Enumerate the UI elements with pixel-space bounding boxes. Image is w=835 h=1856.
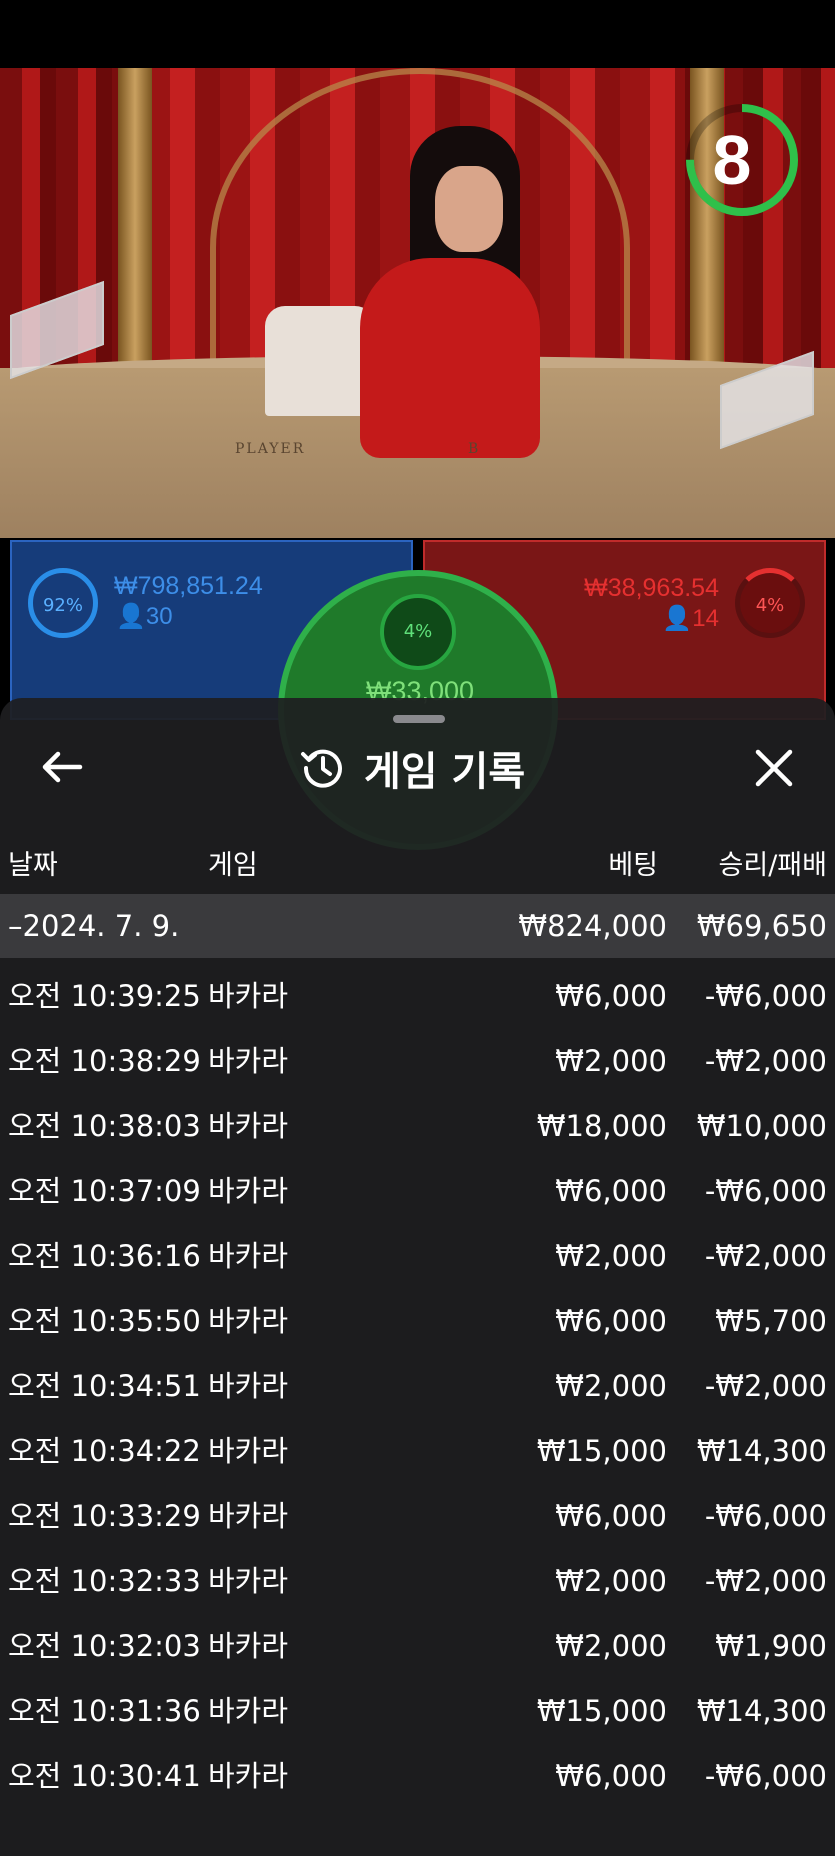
status-bar [0, 0, 835, 68]
row-date: 오전 10:39:25 [8, 979, 201, 1013]
row-result: -₩6,000 [704, 1174, 827, 1208]
user-icon: 👤 [662, 605, 693, 632]
row-date: 오전 10:37:09 [8, 1174, 201, 1208]
banker-bet-amount: ₩38,963.54 [584, 574, 719, 602]
history-row[interactable]: 오전 10:30:41 바카라 ₩6,000 -₩6,000 [0, 1744, 835, 1808]
row-date: 오전 10:30:41 [8, 1759, 201, 1793]
history-icon [301, 749, 342, 788]
row-bet: ₩2,000 [555, 1044, 667, 1078]
history-row[interactable]: 오전 10:35:50 바카라 ₩6,000 ₩5,700 [0, 1289, 835, 1353]
column-header-game: 게임 [208, 850, 258, 881]
row-result: -₩6,000 [704, 979, 827, 1013]
row-game: 바카라 [208, 1109, 289, 1143]
row-result: -₩6,000 [704, 1499, 827, 1533]
row-game: 바카라 [208, 1759, 289, 1793]
row-result: ₩14,300 [696, 1434, 827, 1468]
date-summary-content: –2024. 7. 9. ₩824,000 ₩69,650 [0, 894, 835, 958]
row-game: 바카라 [208, 979, 289, 1013]
banker-percent: 4% [735, 568, 805, 638]
row-result: -₩2,000 [704, 1044, 827, 1078]
sheet-header: 게임 기록 [300, 738, 525, 798]
countdown-value: 8 [712, 121, 752, 199]
row-game: 바카라 [208, 1044, 289, 1078]
row-bet: ₩6,000 [555, 1304, 667, 1338]
row-result: ₩14,300 [696, 1694, 827, 1728]
history-row[interactable]: 오전 10:38:29 바카라 ₩2,000 -₩2,000 [0, 1029, 835, 1093]
history-row[interactable]: 오전 10:32:33 바카라 ₩2,000 -₩2,000 [0, 1549, 835, 1613]
sheet-title: 게임 기록 [364, 749, 526, 795]
summary-date: –2024. 7. 9. [8, 909, 180, 943]
player-percent: 92% [28, 568, 98, 638]
row-game: 바카라 [208, 1239, 289, 1273]
player-count: 30 [145, 603, 173, 630]
row-game: 바카라 [208, 1694, 289, 1728]
row-date: 오전 10:33:29 [8, 1499, 201, 1533]
summary-result: ₩69,650 [696, 909, 827, 943]
row-bet: ₩2,000 [555, 1369, 667, 1403]
row-date: 오전 10:31:36 [8, 1694, 201, 1728]
back-arrow-icon[interactable] [40, 742, 84, 792]
row-date: 오전 10:35:50 [8, 1304, 201, 1338]
history-row[interactable]: 오전 10:38:03 바카라 ₩18,000 ₩10,000 [0, 1094, 835, 1158]
row-date: 오전 10:36:16 [8, 1239, 201, 1273]
summary-bet: ₩824,000 [518, 909, 667, 943]
row-game: 바카라 [208, 1304, 289, 1338]
history-row[interactable]: 오전 10:31:36 바카라 ₩15,000 ₩14,300 [0, 1679, 835, 1743]
row-bet: ₩6,000 [555, 1174, 667, 1208]
row-bet: ₩2,000 [555, 1239, 667, 1273]
row-date: 오전 10:34:22 [8, 1434, 201, 1468]
drag-handle[interactable] [393, 715, 445, 723]
row-bet: ₩6,000 [555, 1499, 667, 1533]
column-header-result: 승리/패배 [718, 850, 827, 881]
row-bet: ₩18,000 [536, 1109, 667, 1143]
row-game: 바카라 [208, 1174, 289, 1208]
row-result: -₩2,000 [704, 1564, 827, 1598]
row-result: ₩5,700 [715, 1304, 827, 1338]
history-row[interactable]: 오전 10:33:29 바카라 ₩6,000 -₩6,000 [0, 1484, 835, 1548]
history-row[interactable]: 오전 10:39:25 바카라 ₩6,000 -₩6,000 [0, 964, 835, 1028]
row-date: 오전 10:32:33 [8, 1564, 201, 1598]
player-bet-amount: ₩798,851.24 [114, 572, 263, 600]
banker-count: 14 [692, 605, 719, 632]
table-player-text: PLAYER [235, 441, 306, 457]
banker-count-row: 👤14 [662, 604, 719, 633]
row-game: 바카라 [208, 1629, 289, 1663]
row-bet: ₩2,000 [555, 1629, 667, 1663]
history-row[interactable]: 오전 10:34:22 바카라 ₩15,000 ₩14,300 [0, 1419, 835, 1483]
row-date: 오전 10:32:03 [8, 1629, 201, 1663]
row-game: 바카라 [208, 1564, 289, 1598]
row-game: 바카라 [208, 1499, 289, 1533]
close-icon[interactable] [752, 744, 796, 792]
row-game: 바카라 [208, 1434, 289, 1468]
player-count-row: 👤30 [116, 602, 173, 631]
column-header-date: 날짜 [8, 850, 58, 881]
history-row[interactable]: 오전 10:37:09 바카라 ₩6,000 -₩6,000 [0, 1159, 835, 1223]
column-header-bet: 베팅 [608, 850, 658, 881]
row-date: 오전 10:38:03 [8, 1109, 201, 1143]
row-bet: ₩15,000 [536, 1694, 667, 1728]
history-row[interactable]: 오전 10:36:16 바카라 ₩2,000 -₩2,000 [0, 1224, 835, 1288]
row-result: ₩1,900 [715, 1629, 827, 1663]
row-bet: ₩6,000 [555, 1759, 667, 1793]
table-banker-text: B [468, 441, 481, 457]
row-date: 오전 10:34:51 [8, 1369, 201, 1403]
row-date: 오전 10:38:29 [8, 1044, 201, 1078]
row-bet: ₩15,000 [536, 1434, 667, 1468]
history-row[interactable]: 오전 10:32:03 바카라 ₩2,000 ₩1,900 [0, 1614, 835, 1678]
user-icon: 👤 [116, 603, 146, 630]
history-row[interactable]: 오전 10:34:51 바카라 ₩2,000 -₩2,000 [0, 1354, 835, 1418]
row-bet: ₩2,000 [555, 1564, 667, 1598]
row-result: ₩10,000 [696, 1109, 827, 1143]
row-game: 바카라 [208, 1369, 289, 1403]
row-result: -₩6,000 [704, 1759, 827, 1793]
row-result: -₩2,000 [704, 1369, 827, 1403]
tie-percent: 4% [380, 594, 456, 670]
row-bet: ₩6,000 [555, 979, 667, 1013]
row-result: -₩2,000 [704, 1239, 827, 1273]
